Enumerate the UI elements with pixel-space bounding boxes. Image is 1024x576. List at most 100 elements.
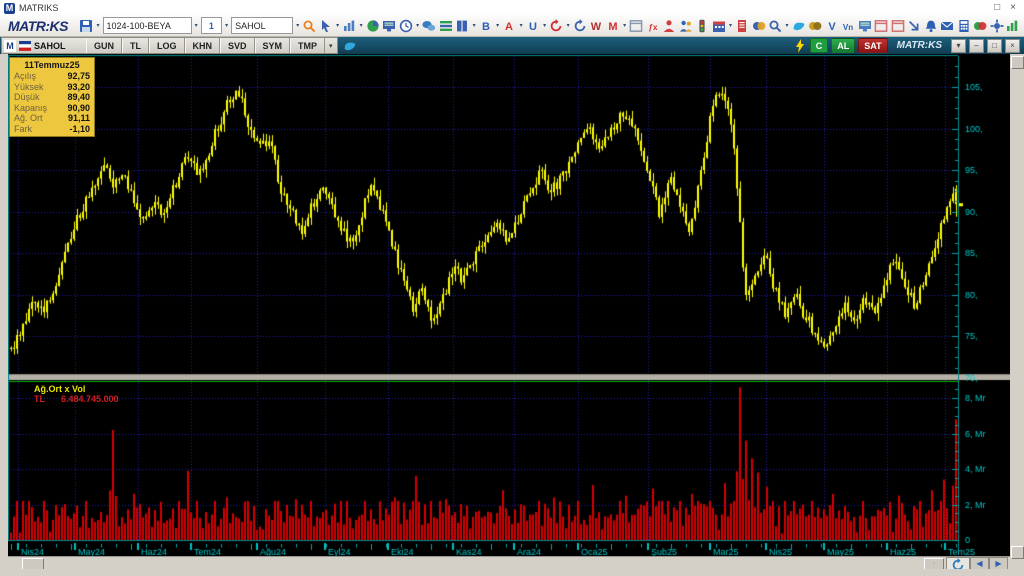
workspace-combo[interactable]: 1024-100-BEYA <box>102 17 192 34</box>
dropdown-caret-icon[interactable]: ▾ <box>473 22 476 29</box>
quick-menu-icon[interactable] <box>1005 18 1019 33</box>
mini-window2-icon[interactable] <box>890 18 904 33</box>
ledger-icon[interactable] <box>455 18 469 33</box>
maximize-button[interactable]: □ <box>987 38 1002 53</box>
chart-titlebar-left: M SAHOL GUN TL LOG KHN SVD SYM TMP ▾ <box>1 37 338 54</box>
cursor-icon[interactable] <box>319 18 333 33</box>
info-box-value: 92,75 <box>67 71 90 81</box>
bist-flag-icon <box>18 39 32 53</box>
chart-type-icon[interactable] <box>342 18 356 33</box>
search-icon[interactable] <box>768 18 782 33</box>
info-box-row: Açılış 92,75 <box>10 71 94 82</box>
window-bottom-border <box>0 569 1024 576</box>
chart-hscrollbar[interactable]: · ◀ ▶ <box>8 556 1010 572</box>
info-box-label: Ağ. Ort <box>14 113 43 123</box>
zoom-icon[interactable] <box>302 18 316 33</box>
candlestick-chart-canvas[interactable] <box>8 54 1010 556</box>
chart-mode-button-tmp[interactable]: TMP <box>290 38 326 53</box>
matriks-logo-icon: M <box>4 2 15 14</box>
payment-icon[interactable] <box>973 18 987 33</box>
chart-mode-button-tl[interactable]: TL <box>122 38 149 53</box>
matriks-m-icon: M <box>4 39 16 52</box>
quote-screen-icon[interactable] <box>382 18 396 33</box>
chart-mode-button-gun[interactable]: GUN <box>86 38 122 53</box>
chart-mode-button-sym[interactable]: SYM <box>254 38 291 53</box>
market-depth-icon[interactable] <box>439 18 453 33</box>
info-box-row: Fark -1,10 <box>10 124 94 135</box>
underline-u-icon[interactable]: U <box>526 18 540 33</box>
mail-icon[interactable] <box>940 18 954 33</box>
group-icon[interactable] <box>679 18 693 33</box>
dropdown-caret-icon[interactable]: ▾ <box>785 22 788 29</box>
buy-button[interactable]: AL <box>831 38 856 53</box>
main-toolbar: MATR:KS ▾ 1024-100-BEYA ▾ 1 ▾ SAHOL ▾ ▾ ▾ ▾ ▾ B ▾ A ▾ U… <box>0 15 1024 37</box>
close-button[interactable]: × <box>1005 38 1020 53</box>
dropdown-caret-icon[interactable]: ▾ <box>195 22 198 29</box>
sync-icon[interactable] <box>573 18 587 33</box>
fast-order-lightning-icon[interactable] <box>793 38 807 53</box>
window-titlebar: M MATRIKS □ × <box>0 0 1024 15</box>
calculator-icon[interactable] <box>956 18 970 33</box>
dropdown-caret-icon[interactable]: ▾ <box>567 22 570 29</box>
close-button[interactable]: × <box>1010 2 1016 13</box>
matriks-mini-icon[interactable]: M <box>606 18 620 33</box>
time-sales-icon[interactable] <box>399 18 413 33</box>
dropdown-caret-icon[interactable]: ▾ <box>623 22 626 29</box>
info-box-label: Kapanış <box>14 102 48 113</box>
chart-mode-button-khn[interactable]: KHN <box>184 38 220 53</box>
page-combo[interactable]: 1 <box>200 17 223 34</box>
mini-window-icon[interactable] <box>874 18 888 33</box>
alarm-icon[interactable] <box>923 18 937 33</box>
sell-button[interactable]: SAT <box>858 38 888 53</box>
twitter-icon[interactable] <box>791 18 805 33</box>
svg-text:B: B <box>482 21 490 33</box>
quick-c-button[interactable]: C <box>809 38 829 53</box>
save-icon[interactable] <box>79 18 93 33</box>
info-box-label: Fark <box>14 123 32 134</box>
template-dropdown-icon[interactable]: ▾ <box>325 42 337 50</box>
news-icon[interactable] <box>735 18 749 33</box>
svg-text:M: M <box>608 21 617 33</box>
viop-vn-icon[interactable]: Vn <box>841 18 855 33</box>
splitter-top-button[interactable] <box>1011 56 1024 69</box>
dropdown-caret-icon[interactable]: ▾ <box>543 22 546 29</box>
calendar-icon[interactable] <box>712 18 726 33</box>
transfer-icon[interactable] <box>752 18 766 33</box>
dropdown-caret-icon[interactable]: ▾ <box>496 22 499 29</box>
chart-mode-button-svd[interactable]: SVD <box>220 38 255 53</box>
minimize-button[interactable]: – <box>969 38 984 53</box>
maximize-button[interactable]: □ <box>994 2 1000 13</box>
chat-icon[interactable] <box>422 18 436 33</box>
dropdown-caret-icon[interactable]: ▾ <box>296 22 299 29</box>
terminal-icon[interactable] <box>857 18 871 33</box>
viop-v-icon[interactable]: V <box>824 18 838 33</box>
splitter-bottom-button[interactable] <box>1011 546 1024 559</box>
draw-arrow-icon[interactable] <box>907 18 921 33</box>
bold-b-icon[interactable]: B <box>479 18 493 33</box>
svg-text:Vn: Vn <box>843 23 853 32</box>
dropdown-caret-icon[interactable]: ▾ <box>520 22 523 29</box>
snapshot-icon[interactable] <box>629 18 643 33</box>
titlebar-brand-label: MATR:KS <box>896 40 942 51</box>
signal-icon[interactable] <box>695 18 709 33</box>
settings-icon[interactable] <box>989 18 1003 33</box>
refresh-icon[interactable] <box>549 18 563 33</box>
function-icon[interactable]: ƒx <box>646 18 660 33</box>
symbol-combo[interactable]: SAHOL <box>231 17 294 34</box>
annotation-a-icon[interactable]: A <box>502 18 516 33</box>
twitter-share-icon[interactable] <box>343 39 357 53</box>
dropdown-caret-icon[interactable]: ▾ <box>97 22 100 29</box>
dropdown-caret-icon[interactable]: ▾ <box>360 22 363 29</box>
chart-mode-button-log[interactable]: LOG <box>149 38 185 53</box>
dropdown-caret-icon[interactable]: ▾ <box>225 22 228 29</box>
contact-icon[interactable] <box>662 18 676 33</box>
volume-indicator-label: Ağ.Ort x Vol <box>34 384 86 394</box>
chart-window-body: 11Temmuz25 Açılış 92,75 Yüksek 93,20 Düşük 89… <box>0 54 1024 576</box>
dropdown-caret-icon[interactable]: ▾ <box>336 22 339 29</box>
pie-chart-icon[interactable] <box>366 18 380 33</box>
dropdown-caret-icon[interactable]: ▾ <box>729 22 732 29</box>
dropdown-caret-icon[interactable]: ▾ <box>416 22 419 29</box>
badge-icon[interactable] <box>808 18 822 33</box>
panel-dropdown-button[interactable]: ▾ <box>951 38 966 53</box>
wvf-icon[interactable]: W <box>589 18 603 33</box>
